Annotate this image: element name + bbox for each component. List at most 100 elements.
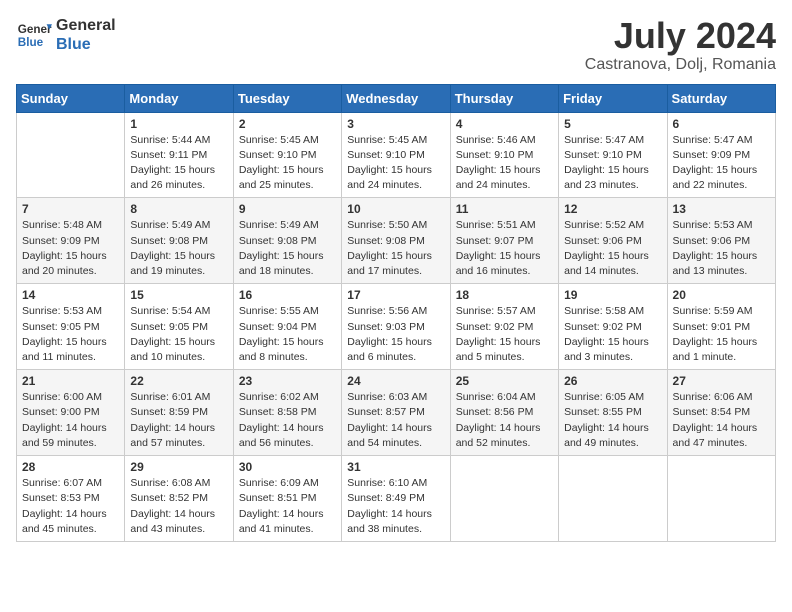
- day-info: Sunrise: 6:01 AM Sunset: 8:59 PM Dayligh…: [130, 390, 227, 451]
- calendar-cell: 16 Sunrise: 5:55 AM Sunset: 9:04 PM Dayli…: [233, 284, 341, 370]
- day-info: Sunrise: 5:57 AM Sunset: 9:02 PM Dayligh…: [456, 304, 553, 365]
- day-number: 26: [564, 374, 661, 388]
- day-info: Sunrise: 5:51 AM Sunset: 9:07 PM Dayligh…: [456, 218, 553, 279]
- day-number: 15: [130, 288, 227, 302]
- week-row-5: 28Sunrise: 6:07 AM Sunset: 8:53 PM Dayli…: [17, 456, 776, 542]
- day-info: Sunrise: 6:08 AM Sunset: 8:52 PM Dayligh…: [130, 476, 227, 537]
- calendar-cell: 4Sunrise: 5:46 AM Sunset: 9:10 PM Daylig…: [450, 112, 558, 198]
- day-number: 6: [673, 117, 770, 131]
- calendar-cell: 31 Sunrise: 6:10 AM Sunset: 8:49 PM Dayli…: [342, 456, 450, 542]
- day-info: Sunrise: 6:03 AM Sunset: 8:57 PM Dayligh…: [347, 390, 444, 451]
- calendar-cell: 22 Sunrise: 6:01 AM Sunset: 8:59 PM Dayli…: [125, 370, 233, 456]
- calendar-cell: 8 Sunrise: 5:49 AM Sunset: 9:08 PM Daylig…: [125, 198, 233, 284]
- day-info: Sunrise: 5:49 AM Sunset: 9:08 PM Dayligh…: [130, 218, 227, 279]
- day-info: Sunrise: 5:47 AM Sunset: 9:09 PM Dayligh…: [673, 133, 770, 194]
- day-info: Sunrise: 5:47 AM Sunset: 9:10 PM Dayligh…: [564, 133, 661, 194]
- weekday-header-tuesday: Tuesday: [233, 84, 341, 112]
- day-number: 25: [456, 374, 553, 388]
- day-number: 22: [130, 374, 227, 388]
- logo-text-blue: Blue: [56, 35, 116, 54]
- calendar-cell: 2 Sunrise: 5:45 AM Sunset: 9:10 PM Daylig…: [233, 112, 341, 198]
- day-info: Sunrise: 5:52 AM Sunset: 9:06 PM Dayligh…: [564, 218, 661, 279]
- day-number: 10: [347, 202, 444, 216]
- calendar-cell: 9 Sunrise: 5:49 AM Sunset: 9:08 PM Daylig…: [233, 198, 341, 284]
- day-info: Sunrise: 6:06 AM Sunset: 8:54 PM Dayligh…: [673, 390, 770, 451]
- calendar-cell: [450, 456, 558, 542]
- calendar-cell: 27 Sunrise: 6:06 AM Sunset: 8:54 PM Dayli…: [667, 370, 775, 456]
- day-number: 11: [456, 202, 553, 216]
- week-row-2: 7 Sunrise: 5:48 AM Sunset: 9:09 PM Daylig…: [17, 198, 776, 284]
- svg-text:Blue: Blue: [18, 36, 44, 49]
- day-number: 18: [456, 288, 553, 302]
- calendar-cell: 24Sunrise: 6:03 AM Sunset: 8:57 PM Dayli…: [342, 370, 450, 456]
- day-info: Sunrise: 6:09 AM Sunset: 8:51 PM Dayligh…: [239, 476, 336, 537]
- logo-text-general: General: [56, 16, 116, 35]
- calendar-cell: 13 Sunrise: 5:53 AM Sunset: 9:06 PM Dayli…: [667, 198, 775, 284]
- calendar-cell: 1 Sunrise: 5:44 AM Sunset: 9:11 PM Daylig…: [125, 112, 233, 198]
- calendar-cell: 12 Sunrise: 5:52 AM Sunset: 9:06 PM Dayli…: [559, 198, 667, 284]
- week-row-3: 14 Sunrise: 5:53 AM Sunset: 9:05 PM Dayli…: [17, 284, 776, 370]
- calendar-cell: 17Sunrise: 5:56 AM Sunset: 9:03 PM Dayli…: [342, 284, 450, 370]
- calendar-cell: 7 Sunrise: 5:48 AM Sunset: 9:09 PM Daylig…: [17, 198, 125, 284]
- weekday-header-thursday: Thursday: [450, 84, 558, 112]
- calendar-cell: 26 Sunrise: 6:05 AM Sunset: 8:55 PM Dayli…: [559, 370, 667, 456]
- calendar-cell: 14 Sunrise: 5:53 AM Sunset: 9:05 PM Dayli…: [17, 284, 125, 370]
- calendar-table: SundayMondayTuesdayWednesdayThursdayFrid…: [16, 84, 776, 542]
- weekday-header-wednesday: Wednesday: [342, 84, 450, 112]
- day-number: 1: [130, 117, 227, 131]
- calendar-cell: 6 Sunrise: 5:47 AM Sunset: 9:09 PM Daylig…: [667, 112, 775, 198]
- day-number: 9: [239, 202, 336, 216]
- day-number: 14: [22, 288, 119, 302]
- weekday-header-saturday: Saturday: [667, 84, 775, 112]
- calendar-cell: 15Sunrise: 5:54 AM Sunset: 9:05 PM Dayli…: [125, 284, 233, 370]
- day-info: Sunrise: 5:50 AM Sunset: 9:08 PM Dayligh…: [347, 218, 444, 279]
- day-info: Sunrise: 5:49 AM Sunset: 9:08 PM Dayligh…: [239, 218, 336, 279]
- calendar-cell: 23Sunrise: 6:02 AM Sunset: 8:58 PM Dayli…: [233, 370, 341, 456]
- day-info: Sunrise: 5:59 AM Sunset: 9:01 PM Dayligh…: [673, 304, 770, 365]
- svg-text:General: General: [18, 23, 52, 36]
- day-info: Sunrise: 5:53 AM Sunset: 9:06 PM Dayligh…: [673, 218, 770, 279]
- day-number: 3: [347, 117, 444, 131]
- day-info: Sunrise: 5:44 AM Sunset: 9:11 PM Dayligh…: [130, 133, 227, 194]
- weekday-header-monday: Monday: [125, 84, 233, 112]
- day-info: Sunrise: 5:55 AM Sunset: 9:04 PM Dayligh…: [239, 304, 336, 365]
- calendar-cell: 5Sunrise: 5:47 AM Sunset: 9:10 PM Daylig…: [559, 112, 667, 198]
- day-number: 7: [22, 202, 119, 216]
- day-number: 27: [673, 374, 770, 388]
- weekday-header-sunday: Sunday: [17, 84, 125, 112]
- calendar-cell: 30Sunrise: 6:09 AM Sunset: 8:51 PM Dayli…: [233, 456, 341, 542]
- day-number: 31: [347, 460, 444, 474]
- day-number: 12: [564, 202, 661, 216]
- day-info: Sunrise: 5:45 AM Sunset: 9:10 PM Dayligh…: [347, 133, 444, 194]
- weekday-header-row: SundayMondayTuesdayWednesdayThursdayFrid…: [17, 84, 776, 112]
- day-info: Sunrise: 5:45 AM Sunset: 9:10 PM Dayligh…: [239, 133, 336, 194]
- day-number: 23: [239, 374, 336, 388]
- location: Castranova, Dolj, Romania: [585, 56, 776, 74]
- calendar-cell: 25Sunrise: 6:04 AM Sunset: 8:56 PM Dayli…: [450, 370, 558, 456]
- day-number: 2: [239, 117, 336, 131]
- calendar-cell: [667, 456, 775, 542]
- day-number: 29: [130, 460, 227, 474]
- day-number: 13: [673, 202, 770, 216]
- day-info: Sunrise: 6:05 AM Sunset: 8:55 PM Dayligh…: [564, 390, 661, 451]
- weekday-header-friday: Friday: [559, 84, 667, 112]
- day-number: 16: [239, 288, 336, 302]
- day-number: 28: [22, 460, 119, 474]
- day-number: 4: [456, 117, 553, 131]
- calendar-cell: 3 Sunrise: 5:45 AM Sunset: 9:10 PM Daylig…: [342, 112, 450, 198]
- day-number: 8: [130, 202, 227, 216]
- page-header: General Blue General Blue July 2024 Cast…: [16, 16, 776, 74]
- day-info: Sunrise: 5:53 AM Sunset: 9:05 PM Dayligh…: [22, 304, 119, 365]
- logo: General Blue General Blue: [16, 16, 116, 54]
- day-info: Sunrise: 6:10 AM Sunset: 8:49 PM Dayligh…: [347, 476, 444, 537]
- calendar-cell: 19Sunrise: 5:58 AM Sunset: 9:02 PM Dayli…: [559, 284, 667, 370]
- logo-icon: General Blue: [16, 17, 52, 53]
- calendar-cell: [17, 112, 125, 198]
- day-number: 19: [564, 288, 661, 302]
- day-info: Sunrise: 5:48 AM Sunset: 9:09 PM Dayligh…: [22, 218, 119, 279]
- week-row-4: 21Sunrise: 6:00 AM Sunset: 9:00 PM Dayli…: [17, 370, 776, 456]
- calendar-cell: 21Sunrise: 6:00 AM Sunset: 9:00 PM Dayli…: [17, 370, 125, 456]
- month-title: July 2024: [585, 16, 776, 56]
- day-number: 20: [673, 288, 770, 302]
- calendar-cell: 18 Sunrise: 5:57 AM Sunset: 9:02 PM Dayli…: [450, 284, 558, 370]
